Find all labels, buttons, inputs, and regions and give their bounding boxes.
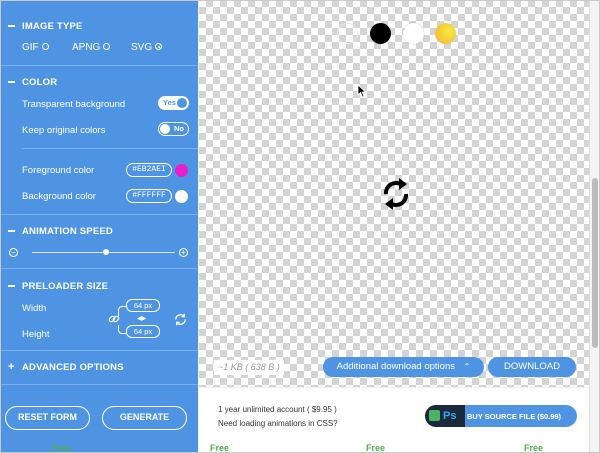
bg-option-white[interactable] xyxy=(403,23,424,44)
mouse-cursor-icon xyxy=(357,84,367,98)
section-title: ANIMATION SPEED xyxy=(22,225,113,237)
transparent-background-label: Transparent background xyxy=(22,99,126,110)
reset-size-icon[interactable] xyxy=(173,312,188,327)
width-label: Width xyxy=(22,303,47,314)
section-title: IMAGE TYPE xyxy=(22,20,83,32)
radio-label: APNG xyxy=(72,42,101,53)
keep-original-colors-toggle[interactable]: No xyxy=(158,122,189,136)
foreground-color-swatch[interactable] xyxy=(175,164,188,177)
collapse-icon xyxy=(8,25,15,27)
vertical-scrollbar[interactable] xyxy=(589,0,600,453)
free-label: Free xyxy=(524,443,544,453)
background-color-label: Background color xyxy=(22,191,96,202)
css-animations-text[interactable]: Need loading animations in CSS? xyxy=(218,419,338,428)
speed-increase-icon[interactable]: + xyxy=(179,248,188,257)
collapse-icon xyxy=(8,81,15,83)
radio-circle-icon xyxy=(103,43,111,50)
button-label: BUY SOURCE FILE ($0.99) xyxy=(467,412,562,421)
radio-gif[interactable]: GIF xyxy=(22,42,49,53)
radio-label: GIF xyxy=(22,42,39,53)
divider xyxy=(0,384,198,385)
buy-source-file-button[interactable]: Ps BUY SOURCE FILE ($0.99) xyxy=(425,405,577,427)
link-bracket xyxy=(118,325,126,334)
section-advanced-options-header[interactable]: + ADVANCED OPTIONS xyxy=(0,358,198,376)
collapse-icon xyxy=(8,230,15,232)
section-color-header[interactable]: COLOR xyxy=(0,73,198,91)
app-window: IMAGE TYPE GIF APNG SVG COLOR Transparen… xyxy=(0,0,600,453)
toggle-label: No xyxy=(174,124,184,133)
swap-arrows-icon[interactable]: ◀▶ xyxy=(137,315,146,322)
bg-option-black[interactable] xyxy=(370,23,391,44)
toggle-label: Yes xyxy=(163,98,176,107)
section-preloader-size-header[interactable]: PRELOADER SIZE xyxy=(0,277,198,295)
divider xyxy=(0,350,198,351)
radio-label: SVG xyxy=(131,42,153,53)
free-label: Free xyxy=(210,443,230,453)
refresh-loader-icon xyxy=(383,178,409,210)
reset-form-button[interactable]: RESET FORM xyxy=(5,406,90,430)
radio-selected-icon xyxy=(155,43,163,50)
foreground-color-label: Foreground color xyxy=(22,165,95,176)
bg-option-gradient[interactable] xyxy=(435,23,456,44)
speed-decrease-icon[interactable]: − xyxy=(9,248,18,257)
divider xyxy=(0,268,198,269)
free-label: Free xyxy=(366,443,386,453)
button-label: Additional download options xyxy=(336,361,455,372)
photoshop-icon: Ps xyxy=(425,405,465,427)
scrollbar-thumb[interactable] xyxy=(592,178,598,348)
link-chain-icon[interactable] xyxy=(108,313,120,325)
expand-icon: + xyxy=(8,360,15,373)
background-color-swatch[interactable] xyxy=(175,190,188,203)
width-input[interactable]: 64 px xyxy=(126,299,160,312)
height-input[interactable]: 64 px xyxy=(126,325,160,338)
collapse-icon xyxy=(8,285,15,287)
divider xyxy=(0,65,198,66)
account-offer-text[interactable]: 1 year unlimited account ( $9.95 ) xyxy=(218,405,337,414)
background-color-input[interactable]: #FFFFFF xyxy=(126,189,172,203)
file-size-label: ~1 KB ( 638 B ) xyxy=(214,360,284,375)
free-label: Free xyxy=(52,443,72,453)
bg-option-transparent[interactable] xyxy=(337,23,358,44)
keep-original-colors-label: Keep original colors xyxy=(22,125,106,136)
radio-circle-icon xyxy=(41,43,49,50)
radio-apng[interactable]: APNG xyxy=(72,42,111,53)
foreground-color-input[interactable]: #EB2AEI xyxy=(126,163,172,177)
height-label: Height xyxy=(22,329,50,340)
section-animation-speed-header[interactable]: ANIMATION SPEED xyxy=(0,222,198,240)
speed-slider-handle[interactable] xyxy=(103,249,109,255)
section-title: COLOR xyxy=(22,76,58,88)
section-title: PRELOADER SIZE xyxy=(22,280,109,292)
generate-button[interactable]: GENERATE xyxy=(102,406,187,430)
divider xyxy=(22,148,198,149)
settings-sidebar: IMAGE TYPE GIF APNG SVG COLOR Transparen… xyxy=(0,0,198,453)
toggle-knob xyxy=(177,98,187,108)
transparent-background-toggle[interactable]: Yes xyxy=(158,96,189,110)
section-title: ADVANCED OPTIONS xyxy=(22,361,124,373)
section-image-type-header[interactable]: IMAGE TYPE xyxy=(0,17,198,35)
chevron-up-icon: ⌃ xyxy=(463,362,471,371)
divider xyxy=(0,214,198,215)
radio-svg[interactable]: SVG xyxy=(131,42,163,53)
toggle-knob xyxy=(160,124,170,134)
download-button[interactable]: DOWNLOAD xyxy=(488,357,576,377)
additional-download-options-button[interactable]: Additional download options ⌃ xyxy=(323,357,484,377)
